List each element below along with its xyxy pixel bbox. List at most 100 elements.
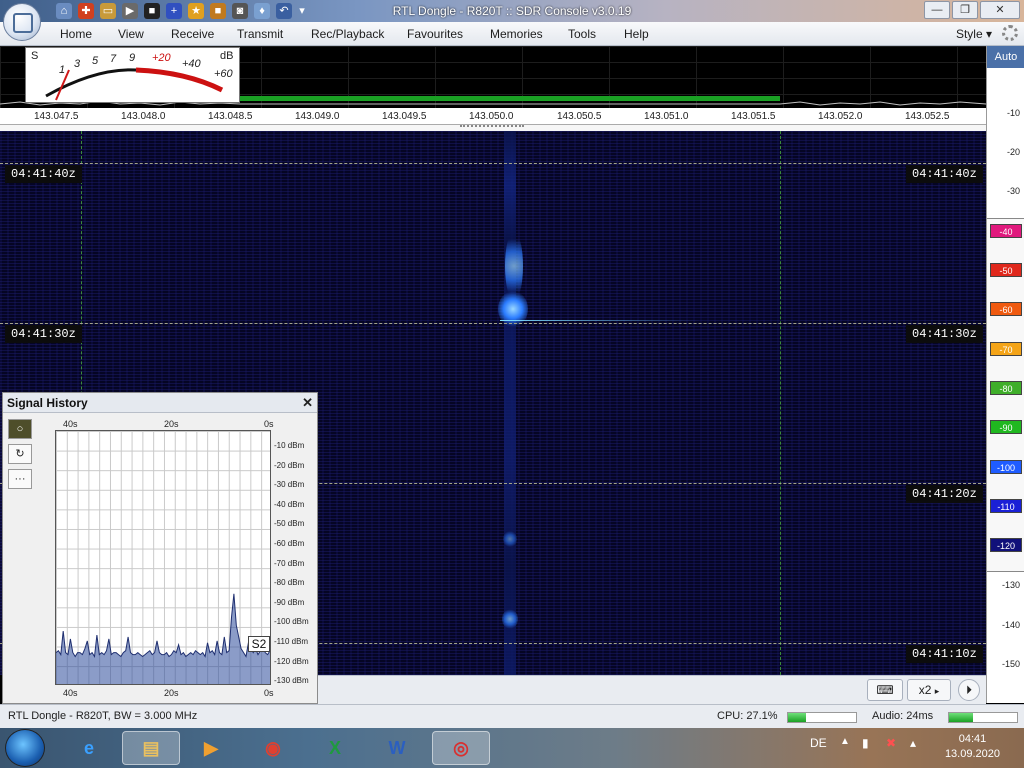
device-status: RTL Dongle - R820T, BW = 3.000 MHz [8, 710, 198, 722]
history-y-tick: -60 dBm [274, 539, 305, 548]
word-icon[interactable]: W [368, 731, 426, 765]
s-meter-tick: 9 [129, 52, 136, 64]
frequency-tick: 143.049.0 [295, 111, 340, 122]
network-tray-icon[interactable]: ✖ [886, 736, 896, 750]
internet-explorer-icon[interactable]: e [60, 731, 118, 765]
style-menu[interactable]: Style ▾ [956, 27, 992, 41]
clock[interactable]: 04:41 13.09.2020 [945, 732, 1000, 762]
history-y-tick: -110 dBm [274, 637, 309, 646]
history-reset-button[interactable]: ↻ [8, 444, 32, 464]
signal-burst [505, 231, 523, 301]
signal-history-title: Signal History ✕ [3, 393, 317, 413]
signal-burst [503, 531, 517, 547]
scale-level-box: -60 [990, 302, 1022, 316]
color-scale[interactable]: Auto -10 -20 -30 -40 -50 -60 -70 -80 -90… [986, 46, 1024, 703]
filter-edge-high[interactable] [780, 131, 781, 675]
time-marker-line [0, 163, 986, 164]
history-y-tick: -50 dBm [274, 519, 305, 529]
scale-tick: -20 [1006, 147, 1020, 157]
sdr-console-taskbar-icon[interactable]: ◎ [432, 731, 490, 765]
tab-rec-playback[interactable]: Rec/Playback [311, 27, 384, 41]
s-meter-tick: +20 [152, 52, 171, 64]
time-label: 04:41:20z [906, 485, 983, 503]
zoom-button[interactable]: x2 ▸ [907, 679, 951, 701]
filter-bandwidth-bar[interactable] [240, 96, 780, 101]
start-button[interactable] [5, 729, 45, 767]
frequency-tick: 143.049.5 [382, 111, 427, 122]
history-y-tick: -120 dBm [274, 656, 309, 666]
tab-home[interactable]: Home [60, 27, 92, 41]
history-y-tick: -90 dBm [274, 597, 305, 607]
minimize-button[interactable]: — [924, 1, 950, 19]
tab-help[interactable]: Help [624, 27, 649, 41]
history-options-button[interactable]: ··· [8, 469, 32, 489]
splitter-grip[interactable] [460, 125, 524, 127]
volume-tray-icon[interactable]: ▴ [910, 736, 916, 750]
close-button[interactable]: ✕ [980, 1, 1020, 19]
clock-date: 13.09.2020 [944, 748, 1000, 760]
keyboard-icon: ⌨ [876, 683, 894, 697]
window-title: RTL Dongle - R820T :: SDR Console v3.0.1… [392, 4, 632, 18]
restore-button[interactable]: ❐ [952, 1, 978, 19]
scale-level-box: -120 [990, 538, 1022, 552]
file-explorer-icon[interactable]: ▤ [122, 731, 180, 765]
frequency-tick: 143.051.5 [731, 111, 776, 122]
audio-meter [948, 712, 1018, 723]
frequency-tick: 143.052.0 [818, 111, 863, 122]
chrome-icon[interactable]: ◉ [244, 731, 302, 765]
skip-forward-icon: ⏵ [965, 683, 972, 697]
settings-gear-icon[interactable] [1002, 25, 1018, 41]
time-marker-line [0, 323, 986, 324]
language-indicator[interactable]: DE [810, 736, 827, 750]
signal-history-close-button[interactable]: ✕ [302, 395, 313, 411]
history-y-tick: -70 dBm [274, 558, 305, 568]
sdr-console-window: ⌂ ✚ ▭ ▶ ■ + ★ ■ ◙ ♦ ↶ ▾ RTL Dongle - R82… [0, 0, 1024, 768]
skip-forward-button[interactable]: ⏵ [958, 679, 980, 701]
tab-view[interactable]: View [118, 27, 144, 41]
history-y-tick: -30 dBm [274, 480, 305, 490]
scale-tick: -10 [1006, 108, 1020, 118]
frequency-tick: 143.051.0 [644, 111, 689, 122]
status-bar: RTL Dongle - R820T, BW = 3.000 MHz CPU: … [0, 704, 1024, 728]
scale-level-box: -100 [990, 460, 1022, 474]
signal-history-title-text: Signal History [7, 396, 88, 410]
auto-scale-button[interactable]: Auto [987, 46, 1024, 68]
tab-memories[interactable]: Memories [490, 27, 543, 41]
history-x-tick: 20s [164, 688, 179, 698]
media-player-icon[interactable]: ▶ [182, 731, 240, 765]
tray-expand-icon[interactable]: ▲ [840, 736, 850, 747]
s-meter-tick: 3 [74, 58, 81, 70]
window-controls: — ❐ ✕ [924, 1, 1020, 19]
signal-history-plot[interactable] [55, 430, 271, 685]
time-label: 04:41:40z [906, 165, 983, 183]
app-menu-button[interactable] [3, 3, 41, 41]
scale-level-box: -90 [990, 420, 1022, 434]
time-label: 04:41:10z [906, 645, 983, 663]
frequency-axis[interactable]: 143.047.5 143.048.0 143.048.5 143.049.0 … [0, 108, 986, 125]
cpu-meter-fill [788, 713, 807, 722]
tab-receive[interactable]: Receive [171, 27, 214, 41]
zoom-arrow-icon: ▸ [934, 686, 940, 696]
device-tray-icon[interactable]: ▮ [862, 736, 869, 750]
zoom-label: x2 [918, 683, 932, 697]
ribbon-tabs: Home View Receive Transmit Rec/Playback … [0, 22, 1024, 46]
frequency-tick: 143.052.5 [905, 111, 950, 122]
time-label: 04:41:40z [5, 165, 82, 183]
title-bar: ⌂ ✚ ▭ ▶ ■ + ★ ■ ◙ ♦ ↶ ▾ RTL Dongle - R82… [0, 0, 1024, 22]
history-y-tick: -100 dBm [274, 617, 309, 627]
signal-trace [504, 131, 516, 675]
excel-icon[interactable]: X [306, 731, 364, 765]
history-y-tick: -10 dBm [274, 441, 305, 450]
keyboard-button[interactable]: ⌨ [867, 679, 903, 701]
history-y-tick: -20 dBm [274, 460, 305, 470]
history-record-button[interactable]: ○ [8, 419, 32, 439]
s-meter-tick: +40 [182, 58, 201, 70]
scale-tick: -30 [1006, 186, 1020, 196]
s-meter-s-label: S [31, 50, 39, 62]
tab-transmit[interactable]: Transmit [237, 27, 283, 41]
history-y-tick: -40 dBm [274, 499, 305, 509]
s-value-badge: S2 [248, 636, 270, 652]
tab-favourites[interactable]: Favourites [407, 27, 463, 41]
scale-level-box: -70 [990, 342, 1022, 356]
tab-tools[interactable]: Tools [568, 27, 596, 41]
